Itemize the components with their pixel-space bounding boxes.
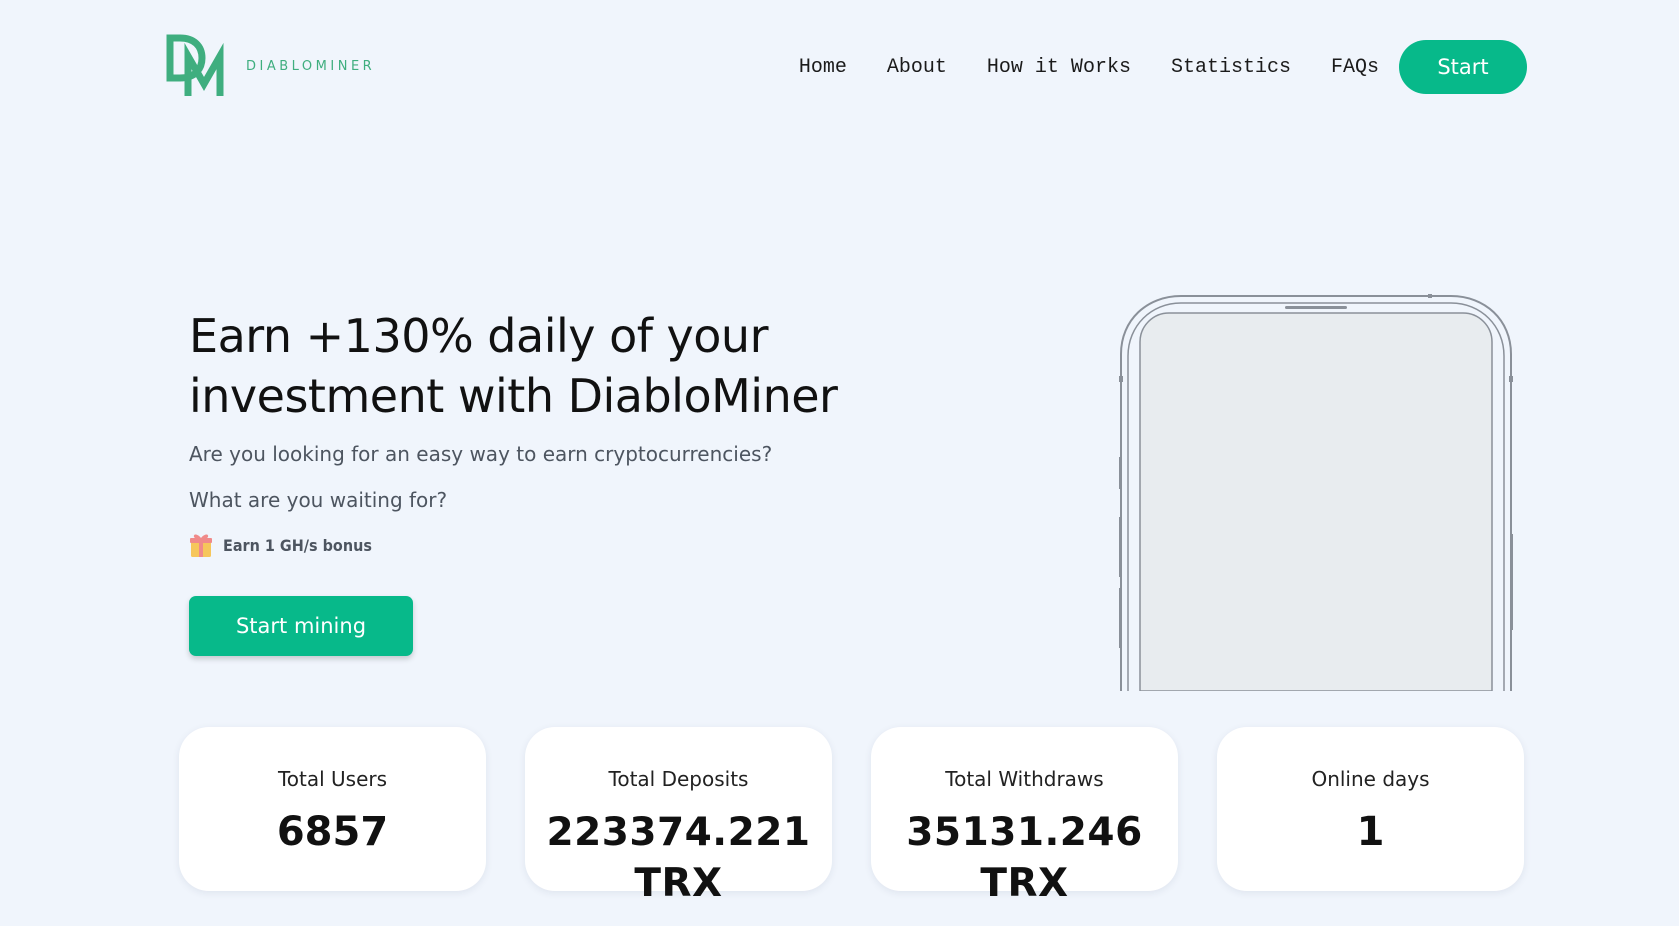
hero-subtitle: Are you looking for an easy way to earn … bbox=[189, 442, 773, 466]
stat-card-online-days: Online days 1 bbox=[1217, 727, 1524, 891]
stat-label: Online days bbox=[1311, 767, 1430, 791]
hero-question: What are you waiting for? bbox=[189, 488, 448, 512]
nav-home[interactable]: Home bbox=[799, 56, 847, 79]
nav-faqs[interactable]: FAQs bbox=[1331, 56, 1379, 79]
stat-value-number: 223374.221 bbox=[546, 810, 811, 855]
page: DIABLOMINER Home About How it Works Stat… bbox=[0, 0, 1679, 926]
start-mining-button[interactable]: Start mining bbox=[189, 596, 413, 656]
hero-title: Earn +130% daily of your investment with… bbox=[189, 306, 909, 426]
nav-how-it-works[interactable]: How it Works bbox=[987, 56, 1131, 79]
start-button[interactable]: Start bbox=[1399, 40, 1527, 94]
dm-logo-icon bbox=[166, 34, 224, 96]
stats-section: Total Users 6857 Total Deposits 223374.2… bbox=[179, 727, 1524, 906]
stat-value: 35131.246 TRX bbox=[871, 807, 1178, 909]
phone-mockup-icon bbox=[1119, 294, 1513, 691]
hero-title-line1: Earn +130% daily of your bbox=[189, 309, 769, 363]
stat-value-number: 35131.246 bbox=[906, 810, 1143, 855]
gift-icon bbox=[190, 534, 212, 557]
logo-text: DIABLOMINER bbox=[246, 58, 376, 74]
stat-label: Total Withdraws bbox=[945, 767, 1104, 791]
stat-card-total-deposits: Total Deposits 223374.221 TRX bbox=[525, 727, 832, 906]
stat-card-total-withdraws: Total Withdraws 35131.246 TRX bbox=[871, 727, 1178, 906]
stat-value: 6857 bbox=[179, 807, 486, 858]
stat-value: 1 bbox=[1217, 807, 1524, 858]
bonus-badge: Earn 1 GH/s bonus bbox=[189, 532, 909, 558]
stat-label: Total Users bbox=[277, 767, 388, 791]
bonus-text: Earn 1 GH/s bonus bbox=[223, 535, 372, 555]
stat-card-total-users: Total Users 6857 bbox=[179, 727, 486, 891]
hero-section: Earn +130% daily of your investment with… bbox=[189, 306, 909, 656]
stat-value-number: 1 bbox=[1356, 809, 1385, 855]
hero-title-line2: investment with DiabloMiner bbox=[189, 369, 838, 423]
logo[interactable]: DIABLOMINER bbox=[166, 34, 375, 98]
stat-value-number: 6857 bbox=[276, 809, 389, 855]
nav-statistics[interactable]: Statistics bbox=[1171, 56, 1291, 79]
stat-label: Total Deposits bbox=[608, 767, 749, 791]
stat-value: 223374.221 TRX bbox=[525, 807, 832, 909]
nav-about[interactable]: About bbox=[887, 56, 947, 79]
stat-value-unit: TRX bbox=[634, 861, 723, 906]
stat-value-unit: TRX bbox=[980, 861, 1069, 906]
main-nav: Home About How it Works Statistics FAQs … bbox=[799, 40, 1527, 94]
